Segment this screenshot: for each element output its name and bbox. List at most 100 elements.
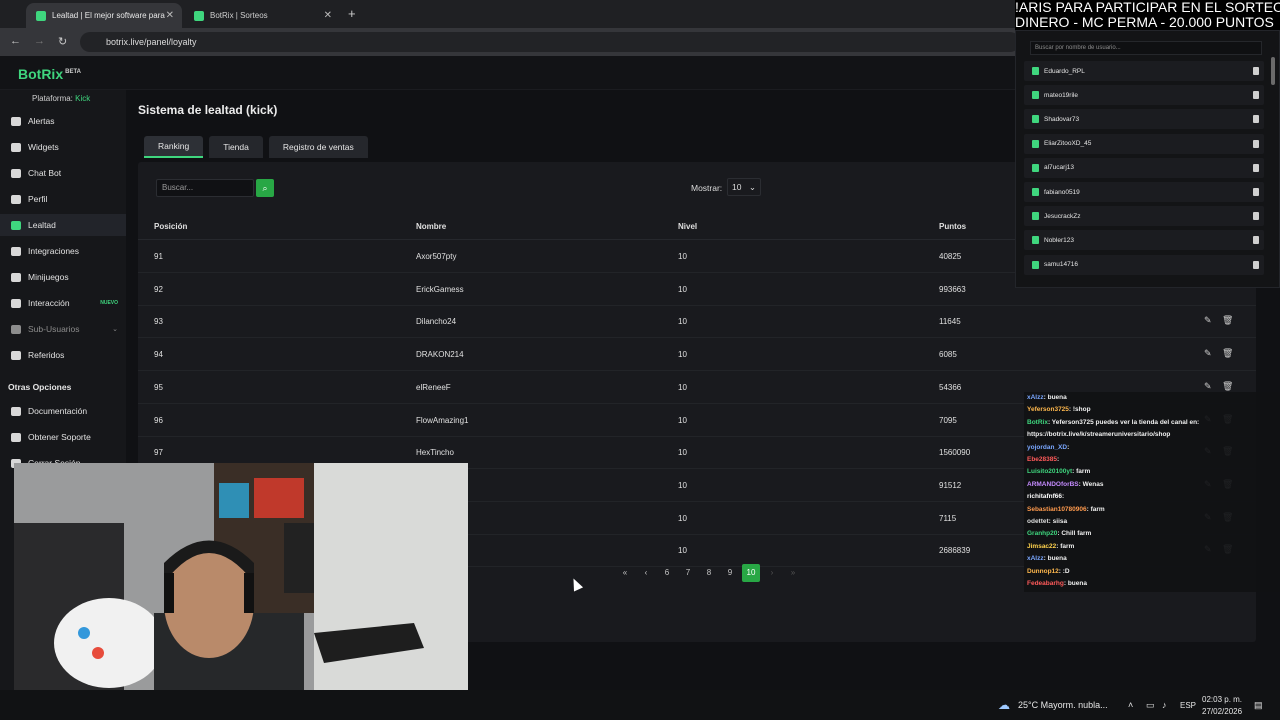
chat-message: odettet: siisa <box>1027 516 1067 529</box>
edit-icon[interactable]: ✎ <box>1204 381 1212 392</box>
reload-icon[interactable]: ↻ <box>58 35 67 48</box>
webcam-feed <box>14 463 468 720</box>
sidebar-item-integraciones[interactable]: Integraciones <box>0 240 126 262</box>
new-badge: NUEVO <box>100 300 118 306</box>
participant-row: mateo19rile <box>1024 85 1264 106</box>
delete-icon[interactable] <box>1253 260 1259 269</box>
first-page-button[interactable]: « <box>616 564 634 582</box>
sidebar-item-sub-usuarios[interactable]: Sub-Usuarios ⌄ <box>0 318 126 340</box>
sidebar-item-referidos[interactable]: Referidos <box>0 344 126 366</box>
forward-arrow-icon[interactable]: → <box>34 35 45 47</box>
scrollbar[interactable] <box>1271 57 1275 85</box>
cell-name: Dilancho24 <box>416 317 457 327</box>
page-size-select[interactable]: 10 ⌄ <box>727 178 761 196</box>
search-input[interactable]: Buscar... <box>156 179 254 197</box>
cell-level: 10 <box>678 513 687 523</box>
clock-date[interactable]: 27/02/2026 <box>1202 707 1242 716</box>
tab-ranking[interactable]: Ranking <box>144 136 204 158</box>
last-page-button[interactable]: » <box>784 564 802 582</box>
chat-username: ARMANDOforBS <box>1027 480 1079 488</box>
sidebar-item-documentacion[interactable]: Documentación <box>0 400 126 422</box>
chat-username: Yeferson3725 <box>1027 406 1069 414</box>
sidebar-item-chat-bot[interactable]: Chat Bot <box>0 162 126 184</box>
cell-level: 10 <box>678 382 687 392</box>
sidebar-item-soporte[interactable]: Obtener Soporte <box>0 426 126 448</box>
chat-text: : farm <box>1072 468 1091 476</box>
participant-name: EliarZitooXD_45 <box>1044 140 1092 148</box>
sidebar-item-label: Alertas <box>28 116 55 126</box>
sidebar-item-interaccion[interactable]: Interacción NUEVO <box>0 292 126 314</box>
page-button[interactable]: 8 <box>700 564 718 582</box>
delete-icon[interactable] <box>1253 67 1259 75</box>
page-button[interactable]: 6 <box>658 564 676 582</box>
chat-message: yojordan_XD: <box>1027 442 1069 455</box>
chat-text: : buena <box>1063 580 1087 587</box>
cell-pos: 94 <box>154 350 163 360</box>
participant-row: fabiano0519 <box>1024 182 1264 202</box>
delete-icon[interactable] <box>1253 212 1259 221</box>
sidebar-item-alertas[interactable]: Alertas <box>0 110 126 132</box>
sidebar-item-widgets[interactable]: Widgets <box>0 136 126 158</box>
cell-level: 10 <box>678 317 687 327</box>
next-page-button[interactable]: › <box>763 564 781 582</box>
language-indicator[interactable]: ESP <box>1180 701 1196 710</box>
delete-icon[interactable] <box>1253 236 1259 245</box>
search-button[interactable]: ⌕ <box>256 179 274 197</box>
chat-message: Luisito20100yt: farm <box>1027 466 1090 479</box>
delete-icon[interactable] <box>1253 139 1259 148</box>
delete-icon[interactable] <box>1253 163 1259 172</box>
close-icon[interactable]: ✕ <box>166 10 174 21</box>
close-icon[interactable]: ✕ <box>324 10 332 21</box>
cell-points: 993663 <box>939 284 966 294</box>
edit-icon[interactable]: ✎ <box>1204 315 1212 326</box>
prev-page-button[interactable]: ‹ <box>637 564 655 582</box>
participant-name: Nobler123 <box>1044 236 1074 244</box>
delete-icon[interactable]: 🗑 <box>1222 381 1233 392</box>
table-row: 94 DRAKON214 10 6085 ✎ 🗑 <box>138 338 1256 372</box>
network-icon[interactable]: ▭ <box>1146 700 1155 711</box>
browser-tab-sorteos[interactable]: BotRix | Sorteos ✕ <box>184 3 340 28</box>
delete-icon[interactable] <box>1253 188 1259 196</box>
sidebar-item-perfil[interactable]: Perfil <box>0 188 126 210</box>
chat-username: Sebastian10780906 <box>1027 505 1087 513</box>
chat-text: : <box>1067 443 1070 451</box>
tab-registro-ventas[interactable]: Registro de ventas <box>268 136 368 158</box>
app-logo[interactable]: BotRix BETA <box>18 66 81 82</box>
page-button[interactable]: 7 <box>679 564 697 582</box>
delete-icon[interactable]: 🗑 <box>1222 348 1233 359</box>
cell-pos: 97 <box>154 448 163 458</box>
weather-text[interactable]: 25°C Mayorm. nubla... <box>1018 700 1108 710</box>
new-tab-button[interactable]: + <box>348 6 356 21</box>
chat-username: Granhp20 <box>1027 530 1058 538</box>
url-field[interactable]: botrix.live/panel/loyalty <box>80 32 1020 52</box>
delete-icon[interactable] <box>1253 115 1259 124</box>
cell-level: 10 <box>678 546 687 556</box>
browser-tab-loyalty[interactable]: Lealtad | El mejor software para ✕ <box>26 3 182 28</box>
delete-icon[interactable] <box>1253 91 1259 100</box>
participant-row: JesucrackZz <box>1024 206 1264 227</box>
participant-search-input[interactable]: Buscar por nombre de usuario... <box>1030 41 1262 55</box>
edit-icon[interactable]: ✎ <box>1204 348 1212 359</box>
grid-icon <box>11 142 21 152</box>
notifications-icon[interactable]: ▤ <box>1254 700 1263 711</box>
back-arrow-icon[interactable]: ← <box>10 35 21 47</box>
chat-message: xAlzz: buena <box>1027 553 1067 566</box>
sidebar-item-lealtad[interactable]: Lealtad <box>0 214 126 236</box>
sidebar-item-minijuegos[interactable]: Minijuegos <box>0 266 126 288</box>
page-button[interactable]: 9 <box>721 564 739 582</box>
volume-icon[interactable]: ♪ <box>1162 700 1167 710</box>
chevron-up-icon[interactable]: ˄ <box>1128 700 1133 710</box>
tab-title: BotRix | Sorteos <box>210 11 268 20</box>
participant-name: fabiano0519 <box>1044 188 1080 196</box>
current-page-button[interactable]: 10 <box>742 564 760 582</box>
webcam-image <box>14 463 468 720</box>
cell-name: HexTincho <box>416 448 454 458</box>
platform-indicator: Plataforma: Kick <box>32 94 90 103</box>
cell-name: ErickGamess <box>416 284 464 294</box>
cell-level: 10 <box>678 448 687 458</box>
tab-tienda[interactable]: Tienda <box>209 136 263 158</box>
clock-time[interactable]: 02:03 p. m. <box>1202 695 1242 704</box>
participant-name: samu14716 <box>1044 261 1078 269</box>
chat-username: BotRix <box>1027 418 1048 426</box>
delete-icon[interactable]: 🗑 <box>1222 315 1233 326</box>
